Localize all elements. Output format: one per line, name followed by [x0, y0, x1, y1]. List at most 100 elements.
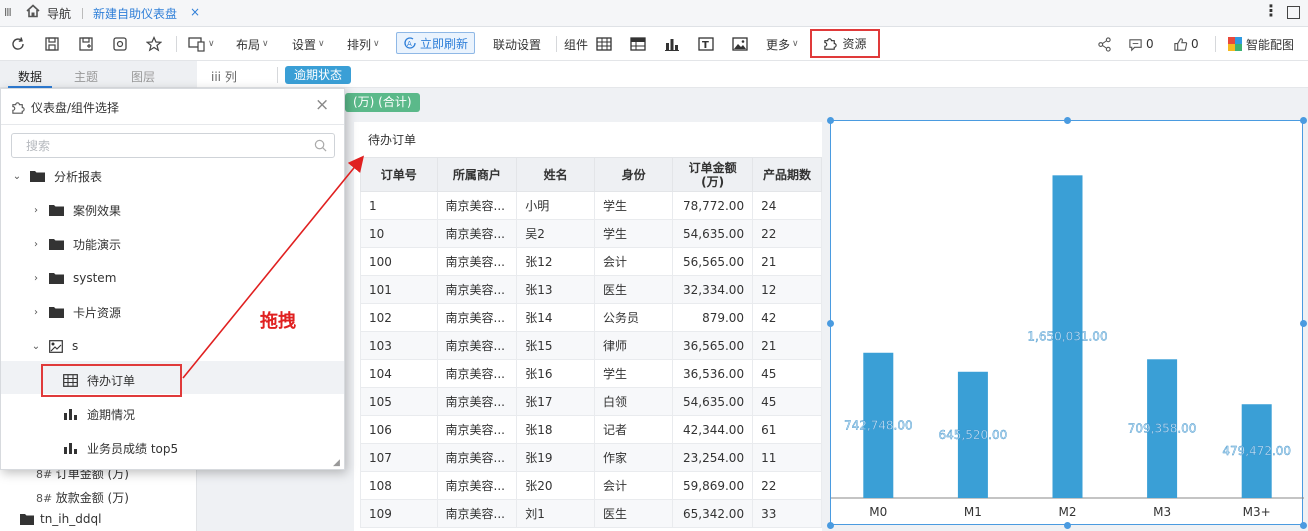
overdue-status-chip[interactable]: 逾期状态 — [285, 66, 352, 84]
layout-menu-button[interactable]: 布局 ∨ — [236, 34, 269, 54]
column-header-identity[interactable]: 身份 — [593, 157, 674, 192]
resources-button[interactable]: 资源 — [810, 29, 880, 58]
table-cell: 南京美容... — [436, 443, 518, 472]
field-loan-amount[interactable]: 8# 放款金额 (万) — [36, 489, 129, 506]
comment-button[interactable]: 0 — [1128, 34, 1154, 54]
pending-orders-table-widget[interactable]: 待办订单 订单号 所属商户 姓名 身份 订单金额 (万) 产品期数 1 南京美容.… — [354, 122, 822, 531]
settings-menu-button[interactable]: 设置 ∨ — [292, 34, 325, 54]
table-cell: 59,869.00 — [672, 471, 754, 500]
x-tick-label: M0 — [869, 505, 887, 519]
table-row[interactable]: 106 南京美容... 张18 记者 42,344.00 61 — [360, 415, 822, 444]
image-component-icon[interactable] — [732, 34, 748, 54]
maximize-icon[interactable] — [1287, 6, 1300, 19]
tree-node-card-resources[interactable]: › 卡片资源 — [31, 301, 121, 323]
toolbar-separator — [1215, 36, 1216, 52]
refresh-icon[interactable] — [10, 34, 26, 54]
table-row[interactable]: 100 南京美容... 张12 会计 56,565.00 21 — [360, 247, 822, 276]
resize-handle-bottom-right[interactable] — [1300, 522, 1307, 529]
menu-icon[interactable]: III — [4, 6, 12, 19]
chevron-down-icon[interactable]: ⌄ — [31, 341, 41, 352]
table-row[interactable]: 103 南京美容... 张15 律师 36,565.00 21 — [360, 331, 822, 360]
crosstab-component-icon[interactable] — [630, 34, 646, 54]
tree-node-case-effects[interactable]: › 案例效果 — [31, 199, 121, 221]
column-header-order-id[interactable]: 订单号 — [360, 157, 438, 192]
close-icon[interactable]: × — [315, 95, 329, 115]
bar-chart-component-icon[interactable] — [664, 34, 680, 54]
table-row[interactable]: 108 南京美容... 张20 会计 59,869.00 22 — [360, 471, 822, 500]
table-cell: 南京美容... — [436, 191, 518, 220]
resize-handle-top[interactable] — [1064, 117, 1071, 124]
table-row[interactable]: 104 南京美容... 张16 学生 36,536.00 45 — [360, 359, 822, 388]
tree-node-salesman-top5[interactable]: 业务员成绩 top5 — [63, 437, 178, 459]
table-cell: 张18 — [516, 415, 595, 444]
nav-label[interactable]: 导航 — [47, 5, 71, 22]
device-select-button[interactable]: ∨ — [188, 34, 215, 54]
chevron-down-icon[interactable]: ⌄ — [12, 171, 22, 182]
favorite-star-icon[interactable] — [146, 34, 162, 54]
column-header-merchant[interactable]: 所属商户 — [436, 157, 518, 192]
tab-data[interactable]: 数据 — [18, 68, 42, 85]
tree-node-label: 分析报表 — [54, 169, 103, 184]
table-cell: 36,536.00 — [672, 359, 754, 388]
table-row[interactable]: 1 南京美容... 小明 学生 78,772.00 24 — [360, 191, 822, 220]
table-cell: 12 — [752, 275, 822, 304]
table-cell: 张16 — [516, 359, 595, 388]
search-input[interactable] — [12, 134, 302, 157]
x-tick-label: M1 — [964, 505, 982, 519]
resize-handle-left[interactable] — [827, 320, 834, 327]
column-header-name[interactable]: 姓名 — [516, 157, 595, 192]
table-row[interactable]: 102 南京美容... 张14 公务员 879.00 42 — [360, 303, 822, 332]
arrange-menu-button[interactable]: 排列 ∨ — [347, 34, 380, 54]
chevron-right-icon[interactable]: › — [31, 273, 41, 284]
column-header-product-periods[interactable]: 产品期数 — [752, 157, 822, 192]
home-icon[interactable] — [26, 4, 40, 18]
table-cell: 61 — [752, 415, 822, 444]
resize-handle-right[interactable] — [1300, 320, 1307, 327]
chevron-right-icon[interactable]: › — [31, 239, 41, 250]
linkage-settings-button[interactable]: 联动设置 — [493, 34, 541, 54]
folder-tn-ih-ddql[interactable]: tn_ih_ddql — [20, 512, 101, 526]
resize-handle-bottom-left[interactable] — [827, 522, 834, 529]
table-cell: 45 — [752, 387, 822, 416]
resize-handle-bottom[interactable] — [1064, 522, 1071, 529]
preview-icon[interactable] — [112, 34, 128, 54]
tree-node-analysis-reports[interactable]: ⌄ 分析报表 — [12, 165, 102, 187]
table-cell: 南京美容... — [436, 275, 518, 304]
table-component-icon[interactable] — [596, 34, 612, 54]
tab-new-dashboard[interactable]: 新建自助仪表盘 — [93, 5, 177, 22]
popup-header: 仪表盘/组件选择 × — [1, 89, 344, 125]
measure-summary-chip[interactable]: (万) (合计) — [345, 93, 420, 112]
tree-node-system[interactable]: › system — [31, 267, 116, 289]
overdue-bar-chart-widget[interactable]: 742,748.00 M0 645,520.00 M1 1,650,031.00 M2 70… — [827, 117, 1307, 529]
table-cell: 南京美容... — [436, 471, 518, 500]
table-cell: 54,635.00 — [672, 219, 754, 248]
chevron-right-icon[interactable]: › — [31, 205, 41, 216]
column-header-order-amount[interactable]: 订单金额 (万) — [672, 157, 754, 192]
smart-color-button[interactable]: 智能配图 — [1228, 34, 1294, 54]
table-row[interactable]: 101 南京美容... 张13 医生 32,334.00 12 — [360, 275, 822, 304]
fields-band: iii 列 逾期状态 — [197, 61, 1308, 88]
tree-node-feature-demo[interactable]: › 功能演示 — [31, 233, 121, 255]
tab-layers[interactable]: 图层 — [131, 68, 155, 85]
table-row[interactable]: 10 南京美容... 吴2 学生 54,635.00 22 — [360, 219, 822, 248]
tree-node-s[interactable]: ⌄ s — [31, 335, 78, 357]
tab-theme[interactable]: 主题 — [74, 68, 98, 85]
table-row[interactable]: 107 南京美容... 张19 作家 23,254.00 11 — [360, 443, 822, 472]
search-icon[interactable] — [314, 139, 327, 152]
table-row[interactable]: 109 南京美容... 刘1 医生 65,342.00 33 — [360, 499, 822, 528]
save-as-icon[interactable] — [78, 34, 94, 54]
text-component-icon[interactable]: T — [698, 34, 714, 54]
save-icon[interactable] — [44, 34, 60, 54]
chevron-right-icon[interactable]: › — [31, 307, 41, 318]
tree-node-overdue-status[interactable]: 逾期情况 — [63, 403, 135, 425]
share-icon[interactable] — [1097, 34, 1112, 54]
more-menu-button[interactable]: 更多 ∨ — [766, 34, 799, 54]
table-row[interactable]: 105 南京美容... 张17 白领 54,635.00 45 — [360, 387, 822, 416]
resize-handle-top-left[interactable] — [827, 117, 834, 124]
tab-close-icon[interactable]: × — [190, 5, 200, 19]
refresh-now-button[interactable]: A 立即刷新 — [396, 32, 476, 54]
resize-grip-icon[interactable]: ◢ — [333, 458, 340, 468]
more-vertical-icon[interactable]: ⋮ — [1263, 1, 1279, 20]
resize-handle-top-right[interactable] — [1300, 117, 1307, 124]
like-button[interactable]: 0 — [1173, 34, 1199, 54]
